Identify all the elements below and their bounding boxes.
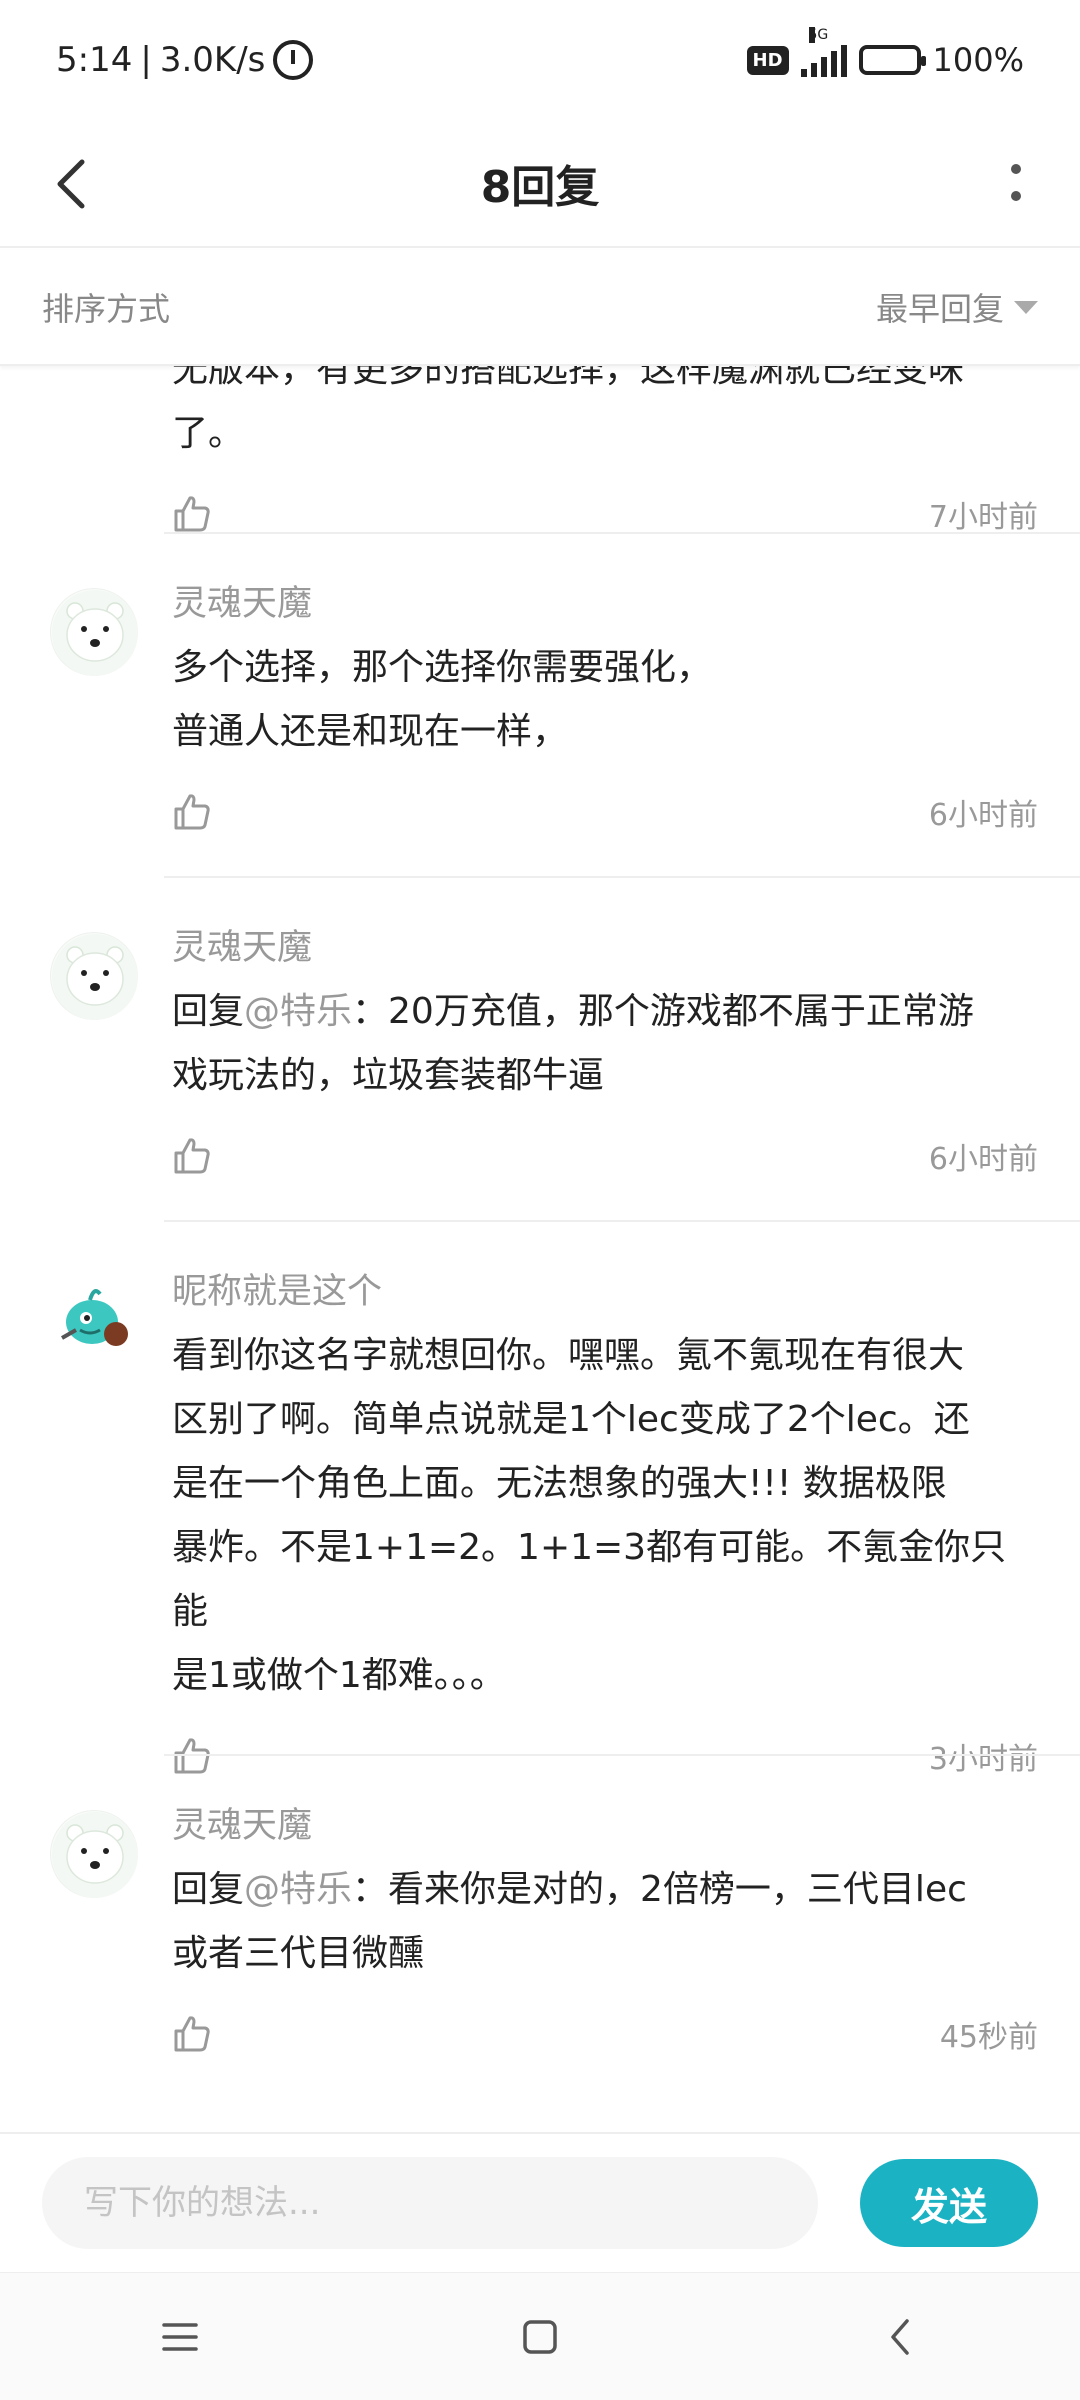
status-right: HD 5G 100% xyxy=(746,27,1024,79)
battery-icon xyxy=(858,45,926,75)
user-name[interactable]: 昵称就是这个 xyxy=(172,1270,1038,1314)
input-bar: 发送 xyxy=(0,2132,1080,2272)
more-vertical-icon xyxy=(1011,164,1021,201)
status-separator: | xyxy=(140,40,152,80)
reply-time: 45秒前 xyxy=(939,2020,1038,2055)
back-button[interactable] xyxy=(36,148,108,220)
reply-item: 无版本，有更多的搭配选择，这样魔渊就已经变味 了。 7小时前 xyxy=(0,366,1080,536)
menu-icon xyxy=(162,2322,198,2351)
back-arrow-icon xyxy=(57,159,85,209)
network-speed: 3.0K/s xyxy=(159,40,266,80)
reply-meta: 6小时前 xyxy=(172,780,1038,844)
send-button[interactable]: 发送 xyxy=(860,2159,1038,2247)
more-button[interactable] xyxy=(980,148,1052,220)
reply-text: 回复@特乐：看来你是对的，2倍榜一，三代目lec 或者三代目微醺 xyxy=(172,1869,967,1974)
reply-meta: 45秒前 xyxy=(172,2002,1038,2066)
reply-meta: 6小时前 xyxy=(172,1124,1038,1188)
thumbs-up-icon xyxy=(174,496,210,532)
polar-bear-avatar-icon xyxy=(52,590,138,676)
like-button[interactable] xyxy=(172,2012,216,2056)
network-type: 5G xyxy=(808,27,829,43)
status-time: 5:14 xyxy=(56,40,133,80)
page-title: 8回复 xyxy=(480,162,600,213)
alarm-icon xyxy=(273,40,314,80)
polar-bear-avatar-icon xyxy=(52,1812,138,1898)
thumbs-up-icon xyxy=(174,2016,210,2052)
like-button[interactable] xyxy=(172,790,216,834)
reply-time: 6小时前 xyxy=(928,1142,1038,1177)
avatar[interactable] xyxy=(50,932,138,1020)
sort-label: 排序方式 xyxy=(42,290,171,328)
avatar[interactable] xyxy=(50,1810,138,1898)
reply-text: 看到你这名字就想回你。嘿嘿。氪不氪现在有很大 区别了啊。简单点说就是1个lec变… xyxy=(172,1335,1007,1696)
like-button[interactable] xyxy=(172,492,216,536)
sort-dropdown[interactable]: 最早回复 xyxy=(876,284,1038,330)
user-name[interactable]: 灵魂天魔 xyxy=(172,926,1038,970)
avatar[interactable] xyxy=(50,1276,138,1364)
mention-link[interactable]: @特乐 xyxy=(244,991,352,1032)
reply-time: 6小时前 xyxy=(928,798,1038,833)
like-button[interactable] xyxy=(172,1134,216,1178)
reply-item: 昵称就是这个 看到你这名字就想回你。嘿嘿。氪不氪现在有很大 区别了啊。简单点说就… xyxy=(0,1222,1080,1777)
reply-text: 多个选择，那个选择你需要强化， 普通人还是和现在一样， xyxy=(172,647,713,752)
reply-page: 5:14 | 3.0K/s HD 5G 100% 8回复 排序方式 最早回复 无… xyxy=(0,0,1080,2400)
thumbs-up-icon xyxy=(174,1138,210,1174)
reply-item: 灵魂天魔 回复@特乐：20万充值，那个游戏都不属于正常游 戏玩法的，垃圾套装都牛… xyxy=(0,878,1080,1222)
menu-nav-button[interactable] xyxy=(135,2292,225,2382)
status-left: 5:14 | 3.0K/s xyxy=(56,40,314,80)
reply-list[interactable]: 无版本，有更多的搭配选择，这样魔渊就已经变味 了。 7小时前 灵魂天魔 多个选择… xyxy=(0,366,1080,2130)
comment-input[interactable] xyxy=(42,2157,818,2249)
home-square-icon xyxy=(523,2319,557,2354)
reply-item: 灵魂天魔 多个选择，那个选择你需要强化， 普通人还是和现在一样， 6小时前 xyxy=(0,534,1080,878)
signal-icon: 5G xyxy=(800,27,847,77)
polar-bear-avatar-icon xyxy=(52,934,138,1020)
reply-prefix: 回复 xyxy=(172,991,245,1032)
mention-link[interactable]: @特乐 xyxy=(244,1869,352,1910)
user-name[interactable]: 灵魂天魔 xyxy=(172,1804,1038,1848)
avatar[interactable] xyxy=(50,588,138,676)
sort-value: 最早回复 xyxy=(875,290,1004,328)
reply-prefix: 回复 xyxy=(172,1869,245,1910)
status-bar: 5:14 | 3.0K/s HD 5G 100% xyxy=(0,0,1080,120)
sort-bar: 排序方式 最早回复 xyxy=(0,250,1080,366)
hd-icon: HD xyxy=(746,45,789,75)
cartoon-creature-avatar-icon xyxy=(51,1277,137,1363)
reply-text: 无版本，有更多的搭配选择，这样魔渊就已经变味 了。 xyxy=(172,366,965,454)
reply-item: 灵魂天魔 回复@特乐：看来你是对的，2倍榜一，三代目lec 或者三代目微醺 45… xyxy=(0,1756,1080,2100)
battery-level: 100% xyxy=(932,41,1024,79)
thumbs-up-icon xyxy=(174,794,210,830)
reply-time: 7小时前 xyxy=(928,500,1038,535)
back-chevron-icon xyxy=(891,2318,909,2355)
back-nav-button[interactable] xyxy=(855,2292,945,2382)
user-name[interactable]: 灵魂天魔 xyxy=(172,582,1038,626)
header: 8回复 xyxy=(0,120,1080,248)
reply-text: 回复@特乐：20万充值，那个游戏都不属于正常游 戏玩法的，垃圾套装都牛逼 xyxy=(172,991,974,1096)
home-nav-button[interactable] xyxy=(495,2292,585,2382)
system-nav-bar xyxy=(0,2272,1080,2400)
dropdown-arrow-icon xyxy=(1014,300,1038,314)
